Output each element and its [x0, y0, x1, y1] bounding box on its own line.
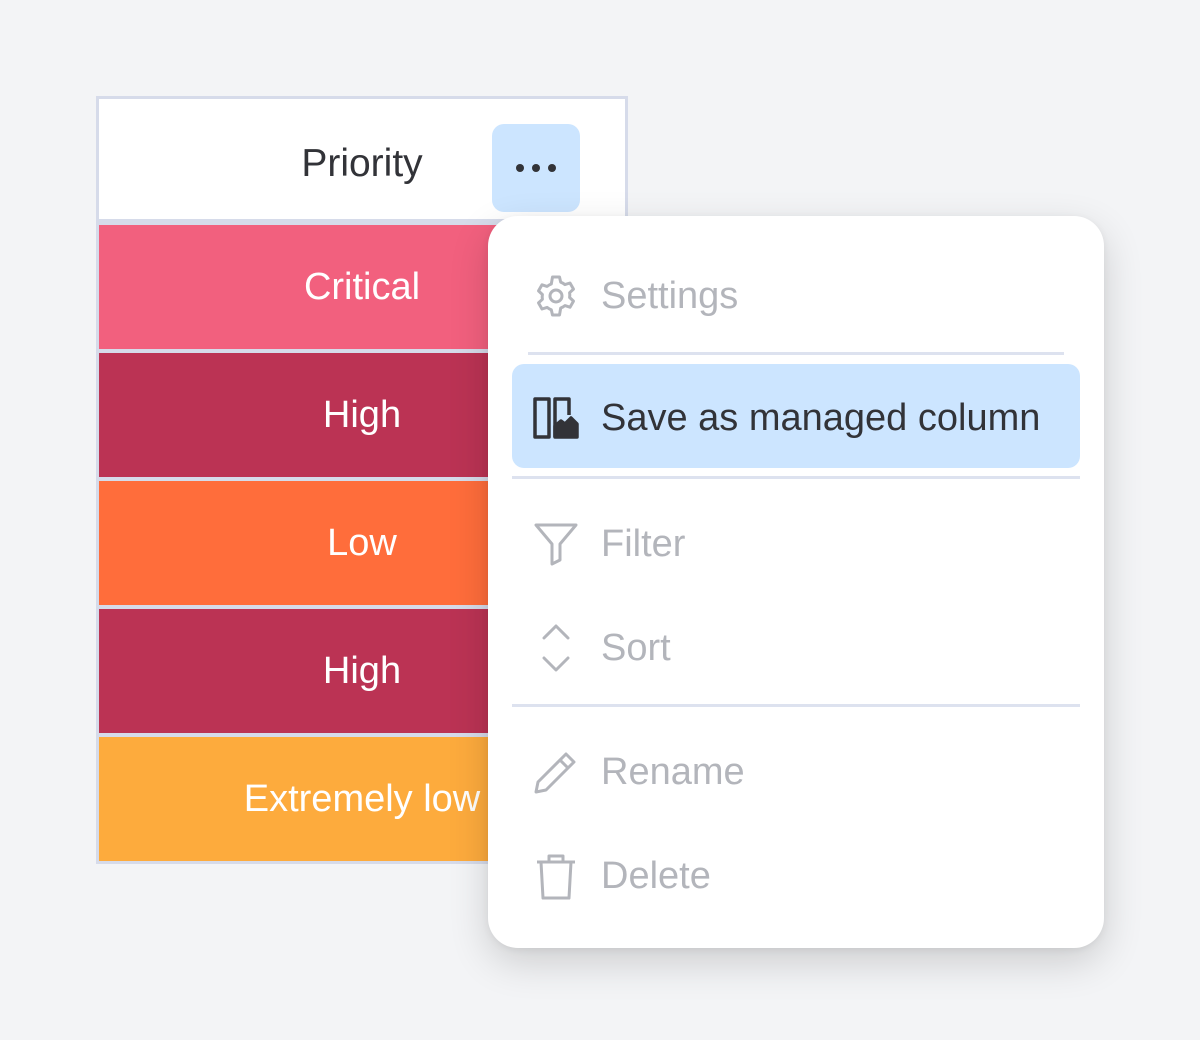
column-header: Priority [99, 99, 625, 219]
menu-item-label: Delete [601, 855, 711, 897]
menu-item-label: Filter [601, 523, 686, 565]
menu-item-delete[interactable]: Delete [512, 824, 1080, 924]
menu-item-settings[interactable]: Settings [512, 244, 1080, 344]
pencil-icon [534, 752, 576, 794]
menu-item-label: Save as managed column [601, 397, 1041, 439]
trash-icon [537, 854, 575, 900]
menu-item-sort[interactable]: Sort [512, 596, 1080, 696]
menu-item-rename[interactable]: Rename [512, 720, 1080, 820]
menu-item-save-managed-column[interactable]: Save as managed column [512, 364, 1080, 468]
menu-divider [512, 704, 1080, 707]
gear-icon [537, 275, 575, 317]
filter-icon [534, 523, 578, 566]
menu-item-label: Settings [601, 275, 739, 317]
more-horizontal-icon [516, 164, 556, 172]
sort-icon [542, 624, 570, 672]
menu-divider [512, 476, 1080, 479]
menu-item-filter[interactable]: Filter [512, 492, 1080, 592]
managed-column-icon [533, 397, 579, 439]
menu-item-label: Rename [601, 751, 745, 793]
menu-divider [528, 352, 1064, 355]
column-options-menu: Settings Save as managed column Filter S… [488, 216, 1104, 948]
column-menu-button[interactable] [492, 124, 580, 212]
menu-item-label: Sort [601, 627, 671, 669]
